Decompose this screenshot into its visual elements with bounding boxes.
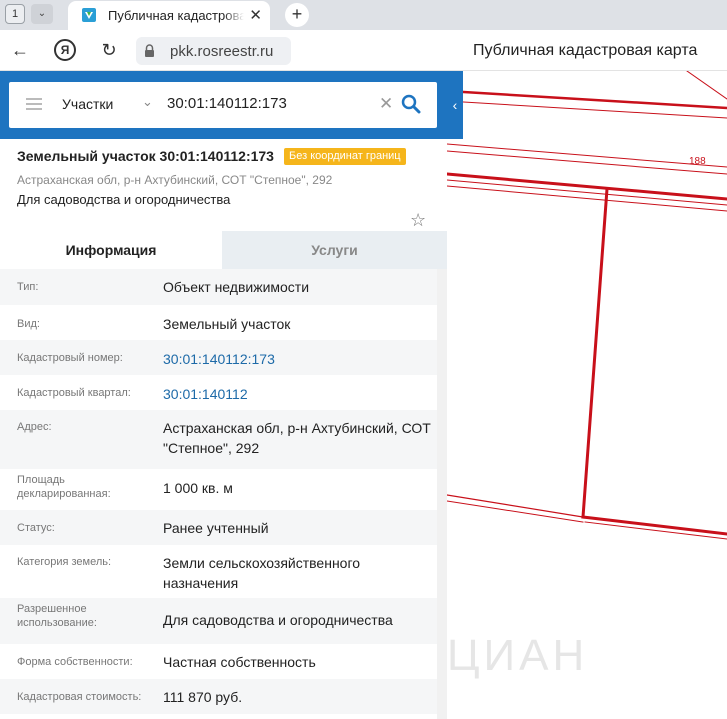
table-row: Статус: Ранее учтенный — [0, 510, 437, 545]
row-label: Категория земель: — [17, 556, 112, 568]
table-row: Форма собственности: Частная собственност… — [0, 644, 437, 679]
browser-toolbar: ← Я ↻ pkk.rosreestr.ru Публичная кадастр… — [0, 30, 727, 71]
reload-icon[interactable]: ↻ — [97, 38, 121, 62]
row-value: 1 000 кв. м — [163, 480, 233, 496]
chevron-down-icon[interactable]: ⌄ — [142, 94, 153, 110]
row-value-link[interactable]: 30:01:140112 — [163, 384, 433, 404]
table-row: Кадастровая стоимость: 111 870 руб. — [0, 679, 437, 714]
tab-information[interactable]: Информация — [0, 231, 222, 269]
parcel-boundary-line — [447, 89, 727, 110]
parcel-boundary-line — [581, 515, 727, 536]
cadastral-map[interactable]: 188 ЦИАН — [447, 71, 727, 719]
info-panel: Участки ⌄ ✕ Земельный участок 30:01:1401… — [0, 71, 447, 719]
row-label: Вид: — [17, 318, 40, 330]
row-value: Ранее учтенный — [163, 520, 269, 536]
star-icon[interactable]: ☆ — [410, 210, 426, 231]
row-label: Статус: — [17, 522, 55, 534]
collapse-panel-button[interactable]: ‹ — [447, 71, 463, 139]
browser-tab[interactable]: Публичная кадастровая карта ✕ — [68, 1, 270, 30]
row-label: Кадастровый квартал: — [17, 387, 131, 399]
row-value: Земельный участок — [163, 316, 291, 332]
parcel-number-label: 188 — [689, 156, 706, 167]
clear-icon[interactable]: ✕ — [379, 94, 393, 114]
table-row: Категория земель: Земли сельскохозяйствен… — [0, 545, 437, 598]
row-label: Тип: — [17, 281, 39, 293]
table-row: Кадастровый номер: 30:01:140112:173 — [0, 340, 437, 375]
row-value: Для садоводства и огородничества — [163, 612, 393, 628]
parcel-boundary-line — [447, 494, 584, 518]
search-box: Участки ⌄ ✕ — [9, 82, 437, 128]
object-use: Для садоводства и огородничества — [17, 192, 231, 207]
row-label: Форма собственности: — [17, 656, 133, 668]
parcel-boundary-line — [447, 185, 727, 212]
attribute-table: Тип: Объект недвижимости Вид: Земельный уча… — [0, 269, 437, 714]
yandex-icon[interactable]: Я — [54, 39, 76, 61]
watermark: ЦИАН — [447, 631, 589, 680]
menu-icon[interactable] — [26, 98, 42, 110]
table-row: Вид: Земельный участок — [0, 305, 437, 340]
parcel-boundary-line — [447, 150, 727, 175]
parcel-boundary-line — [581, 187, 609, 519]
parcel-boundary-line — [447, 172, 727, 201]
back-arrow-icon[interactable]: ← — [8, 38, 32, 62]
row-value: Земли сельскохозяйственного назначения — [163, 555, 361, 591]
parcel-boundary-line — [447, 143, 727, 168]
table-row: Разрешенное использование: Для садоводств… — [0, 598, 437, 644]
row-label: Кадастровая стоимость: — [17, 691, 142, 703]
search-input[interactable] — [167, 95, 367, 112]
table-row: Адрес: Астраханская обл, р-н Ахтубинский,… — [0, 410, 437, 469]
info-tabs: Информация Услуги — [0, 231, 447, 269]
scrollbar[interactable] — [437, 269, 447, 719]
parcel-boundary-line — [447, 179, 727, 206]
chevron-down-icon[interactable]: ⌄ — [31, 4, 53, 24]
rosreestr-favicon-icon — [82, 8, 96, 22]
object-title: Земельный участок 30:01:140112:173 — [17, 148, 274, 164]
parcel-boundary-line — [447, 100, 727, 119]
lock-icon — [145, 44, 154, 57]
search-bar: Участки ⌄ ✕ — [0, 71, 447, 139]
address-bar[interactable]: pkk.rosreestr.ru — [136, 37, 291, 65]
tab-services[interactable]: Услуги — [222, 231, 447, 269]
table-row: Тип: Объект недвижимости — [0, 269, 437, 305]
search-icon[interactable] — [401, 94, 421, 114]
row-value-link[interactable]: 30:01:140112:173 — [163, 349, 433, 369]
row-label: Площадь декларированная: — [17, 474, 111, 500]
url-text: pkk.rosreestr.ru — [170, 43, 274, 60]
new-tab-button[interactable]: + — [285, 3, 309, 27]
parcel-boundary-line — [686, 71, 727, 100]
row-label: Кадастровый номер: — [17, 352, 123, 364]
object-address: Астраханская обл, р-н Ахтубинский, СОТ "… — [17, 173, 333, 187]
tab-count-button[interactable]: 1 — [5, 4, 25, 24]
parcel-boundaries: 188 — [447, 71, 727, 540]
row-label: Адрес: — [17, 421, 52, 433]
table-row: Кадастровый квартал: 30:01:140112 — [0, 375, 437, 410]
row-value: 111 870 руб. — [163, 689, 243, 705]
tab-strip: 1 ⌄ Публичная кадастровая карта ✕ + — [0, 0, 727, 30]
row-value: Частная собственность — [163, 654, 316, 670]
row-label: Разрешенное использование: — [17, 603, 97, 629]
close-icon[interactable]: ✕ — [249, 6, 262, 24]
tab-title: Публичная кадастровая карта — [108, 8, 244, 23]
search-type-select[interactable]: Участки — [62, 96, 113, 112]
page-heading: Публичная кадастровая карта — [473, 42, 698, 59]
parcel-boundary-line — [447, 500, 584, 523]
row-value: Астраханская обл, р-н Ахтубинский, СОТ "… — [163, 420, 431, 456]
table-row: Площадь декларированная: 1 000 кв. м — [0, 469, 437, 510]
status-badge: Без координат границ — [284, 148, 406, 165]
row-value: Объект недвижимости — [163, 279, 310, 295]
